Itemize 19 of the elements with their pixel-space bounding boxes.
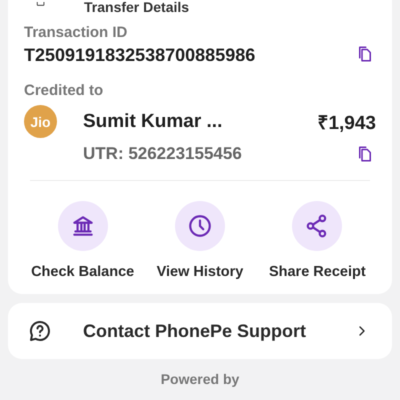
amount: ₹1,943 xyxy=(317,112,376,134)
field-label: Credited to xyxy=(24,82,104,99)
copy-icon xyxy=(356,44,374,62)
copy-button[interactable] xyxy=(356,145,374,163)
footer-text: Powered by xyxy=(160,371,240,387)
copy-button[interactable] xyxy=(356,44,374,62)
transaction-id: T2509191832538700885986 xyxy=(24,45,256,66)
support-button[interactable]: Contact PhonePe Support xyxy=(8,303,392,359)
field-label: Transaction ID xyxy=(24,24,128,41)
payee-name: Sumit Kumar ... xyxy=(83,110,224,132)
copy-icon xyxy=(356,145,374,163)
action-label: View History xyxy=(156,264,244,280)
clock-icon xyxy=(186,213,213,239)
section-title: Transfer Details xyxy=(84,0,190,14)
utr-number: UTR: 526223155456 xyxy=(83,144,243,164)
action-label: Check Balance xyxy=(31,264,134,280)
help-icon xyxy=(28,319,52,343)
action-label: Share Receipt xyxy=(268,264,366,280)
payee-logo: Jio xyxy=(24,105,57,138)
